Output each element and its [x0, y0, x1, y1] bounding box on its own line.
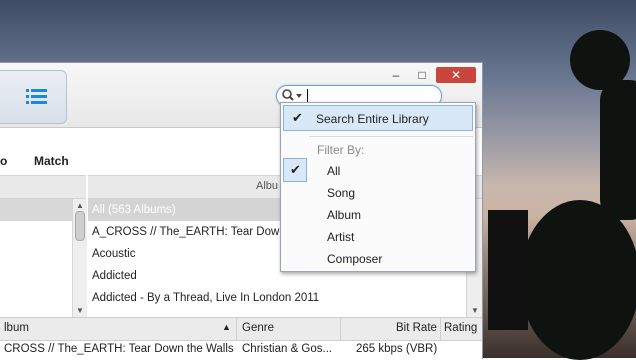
- filter-option-composer[interactable]: Composer: [327, 252, 382, 266]
- album-list-item[interactable]: A_CROSS // The_EARTH: Tear Down: [92, 221, 286, 243]
- column-bitrate[interactable]: Bit Rate: [396, 322, 437, 334]
- filter-option-artist[interactable]: Artist: [327, 230, 354, 244]
- menu-item-match[interactable]: Match: [34, 154, 69, 168]
- cell-genre: Christian & Gos...: [242, 343, 333, 355]
- filter-option-song[interactable]: Song: [327, 186, 355, 200]
- maximize-icon[interactable]: □: [410, 67, 434, 83]
- filter-all-check: ✔: [283, 158, 307, 182]
- search-icon[interactable]: [282, 89, 304, 103]
- cell-album: CROSS // The_EARTH: Tear Down the Walls: [4, 343, 234, 355]
- list-view-icon: [26, 89, 47, 104]
- list-view-button[interactable]: [0, 70, 67, 124]
- building-silhouette: [488, 210, 528, 330]
- column-genre[interactable]: Genre: [242, 322, 274, 334]
- search-entire-library-label: Search Entire Library: [316, 112, 429, 126]
- scroll-up-arrow[interactable]: ▲: [76, 201, 84, 210]
- song-table-header: lbum ▲ Genre Bit Rate Rating: [0, 317, 482, 341]
- filter-option-all[interactable]: All: [327, 164, 340, 178]
- column-rating[interactable]: Rating: [444, 322, 477, 334]
- text-caret: [307, 89, 308, 103]
- album-list-item[interactable]: Acoustic: [92, 243, 135, 265]
- left-column-header: [0, 175, 86, 199]
- scroll-down-arrow[interactable]: ▼: [471, 306, 479, 315]
- album-list-item[interactable]: Addicted: [92, 265, 137, 287]
- left-list-pane: [0, 199, 72, 317]
- album-list-item[interactable]: Addicted - By a Thread, Live In London 2…: [92, 287, 319, 309]
- cell-bitrate: 265 kbps (VBR): [356, 343, 438, 355]
- search-scope-dropdown: ✔ Search Entire Library Filter By: ✔ All…: [280, 102, 476, 272]
- sort-arrow-icon: ▲: [222, 322, 231, 332]
- column-album[interactable]: lbum: [4, 322, 29, 334]
- checkmark-icon: ✔: [292, 110, 303, 125]
- palm-tree: [520, 200, 636, 360]
- filter-option-album[interactable]: Album: [327, 208, 361, 222]
- filter-by-header: Filter By:: [317, 143, 365, 157]
- menu-divider: [309, 136, 473, 137]
- scroll-down-arrow[interactable]: ▼: [76, 306, 84, 315]
- table-row[interactable]: CROSS // The_EARTH: Tear Down the Walls …: [0, 340, 482, 359]
- close-icon[interactable]: ✕: [436, 67, 476, 83]
- menu-item[interactable]: o: [0, 154, 7, 168]
- scroll-thumb[interactable]: [75, 211, 85, 241]
- album-list-item[interactable]: All (563 Albums): [88, 199, 282, 221]
- left-scrollbar[interactable]: ▲ ▼: [72, 199, 87, 317]
- checkmark-icon: ✔: [290, 162, 301, 177]
- search-entire-library-option[interactable]: ✔ Search Entire Library: [283, 105, 473, 131]
- selected-row[interactable]: [0, 199, 72, 221]
- palm-tree: [600, 80, 636, 220]
- minimize-icon[interactable]: –: [384, 67, 408, 83]
- album-column-label: Albu: [256, 180, 279, 192]
